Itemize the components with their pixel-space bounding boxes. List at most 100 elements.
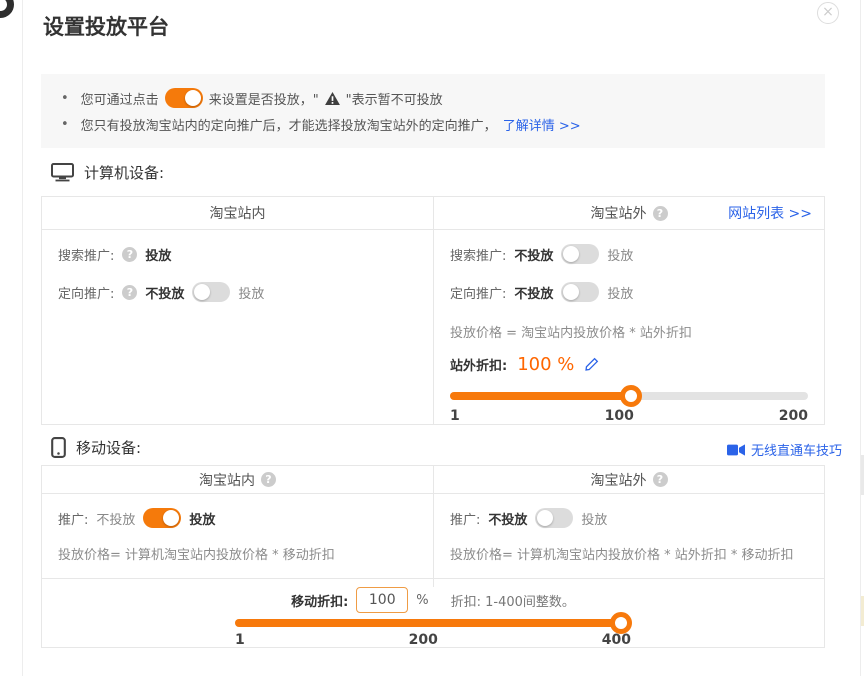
warning-icon (325, 92, 340, 105)
target-on-label: 投放 (238, 283, 264, 302)
offsite-discount-row: 站外折扣: 100 % (450, 352, 808, 376)
computer-onsite-search-row: 搜索推广: 投放 (58, 244, 417, 264)
promo-off-label: 不投放 (96, 509, 135, 528)
site-list-link[interactable]: 网站列表 >> (728, 203, 812, 223)
mobile-onsite-header: 淘宝站内 (42, 466, 433, 493)
offsite-price-formula: 投放价格 = 淘宝站内投放价格 * 站外折扣 (450, 322, 808, 340)
tick-mid: 100 (605, 408, 634, 424)
notice-line-2: 您只有投放淘宝站内的定向推广后，才能选择投放淘宝站外的定向推广， 了解详情 >> (61, 111, 805, 137)
computer-offsite-search-toggle[interactable] (561, 244, 599, 264)
target-promo-label: 定向推广: (450, 283, 506, 302)
search-promo-label: 搜索推广: (58, 245, 114, 264)
computer-offsite-target-row: 定向推广: 不投放 投放 (450, 282, 808, 302)
mobile-onsite-promo-toggle[interactable] (143, 508, 181, 528)
computer-offsite-search-row: 搜索推广: 不投放 投放 (450, 244, 808, 264)
mobile-offsite-price-formula: 投放价格= 计算机淘宝站内投放价格 * 站外折扣 * 移动折扣 (450, 544, 808, 562)
mobile-discount-label: 移动折扣: (291, 591, 348, 610)
mobile-discount-row: 移动折扣: % 折扣: 1-400间整数。 (42, 586, 824, 614)
computer-offsite-cell: 搜索推广: 不投放 投放 定向推广: 不投放 投放 投放价格 = 淘宝站内投放价… (433, 230, 824, 425)
page-title: 设置投放平台 (43, 11, 169, 41)
computer-offsite-header-label: 淘宝站外 (591, 203, 647, 223)
slider-handle[interactable] (620, 385, 642, 407)
computer-platform-table: 淘宝站内 淘宝站外 网站列表 >> 搜索推广: 投放 定向推广: (41, 196, 825, 425)
toggle-knob (563, 246, 579, 262)
close-icon[interactable]: × (817, 2, 839, 24)
toggle-knob (537, 510, 553, 526)
computer-offsite-header: 淘宝站外 网站列表 >> (433, 197, 824, 229)
notice-line-1: 您可通过点击 来设置是否投放，" "表示暂不可投放 (61, 85, 805, 111)
slider-handle[interactable] (610, 612, 632, 634)
mobile-offsite-promo-toggle[interactable] (535, 508, 573, 528)
mobile-discount-slider: 1 200 400 (235, 619, 631, 648)
tick-mid: 200 (409, 632, 438, 648)
computer-onsite-cell: 搜索推广: 投放 定向推广: 不投放 投放 (42, 230, 433, 425)
wireless-tips-link-row: 无线直通车技巧 (727, 440, 842, 459)
computer-onsite-target-row: 定向推广: 不投放 投放 (58, 282, 417, 302)
slider-track[interactable] (235, 619, 631, 627)
target-on-label: 投放 (607, 283, 633, 302)
mobile-discount-hint: 折扣: 1-400间整数。 (451, 591, 575, 610)
slider-track[interactable] (450, 392, 808, 400)
phone-icon (51, 437, 66, 458)
slider-fill (235, 619, 631, 627)
mobile-discount-block: 移动折扣: % 折扣: 1-400间整数。 1 200 400 (42, 578, 824, 648)
mobile-platform-table: 淘宝站内 淘宝站外 推广: 不投放 投放 投放价格= 计算机淘宝站内投放价 (41, 465, 825, 648)
search-promo-state: 投放 (145, 245, 171, 264)
notice-text: 您可通过点击 (81, 89, 159, 108)
percent-sign: % (416, 593, 428, 608)
search-off-label: 不投放 (514, 245, 553, 264)
help-icon[interactable] (653, 472, 668, 487)
slider-ticks: 1 200 400 (235, 632, 631, 648)
promo-label: 推广: (450, 509, 480, 528)
set-platform-dialog: 设置投放平台 × 您可通过点击 来设置是否投放，" "表示暂不可投放 您只有投放… (22, 0, 861, 676)
computer-onsite-target-toggle[interactable] (192, 282, 230, 302)
tick-max: 400 (602, 632, 631, 648)
tick-max: 200 (779, 408, 808, 424)
mobile-section-header: 移动设备: (51, 437, 141, 458)
search-on-label: 投放 (607, 245, 633, 264)
notice-text: 您只有投放淘宝站内的定向推广后，才能选择投放淘宝站外的定向推广， (81, 115, 497, 134)
wireless-tips-link[interactable]: 无线直通车技巧 (751, 440, 842, 459)
video-camera-icon (727, 444, 745, 456)
target-promo-label: 定向推广: (58, 283, 114, 302)
computer-table-header: 淘宝站内 淘宝站外 网站列表 >> (42, 197, 824, 230)
notice-text: "表示暂不可投放 (346, 89, 443, 108)
toggle-knob (185, 90, 201, 106)
mobile-section-title: 移动设备: (76, 437, 141, 458)
mobile-discount-input[interactable] (356, 587, 408, 613)
mobile-table-body: 推广: 不投放 投放 投放价格= 计算机淘宝站内投放价格 * 移动折扣 推广: … (42, 494, 824, 578)
edit-pencil-icon[interactable] (584, 357, 599, 372)
mobile-offsite-header: 淘宝站外 (433, 466, 824, 493)
offsite-discount-value: 100 % (517, 354, 574, 375)
toggle-knob (194, 284, 210, 300)
slider-ticks: 1 100 200 (450, 408, 808, 424)
toggle-knob (163, 510, 179, 526)
promo-label: 推广: (58, 509, 88, 528)
promo-on-label: 投放 (581, 509, 607, 528)
computer-onsite-header: 淘宝站内 (42, 197, 433, 229)
mobile-offsite-cell: 推广: 不投放 投放 投放价格= 计算机淘宝站内投放价格 * 站外折扣 * 移动… (433, 494, 824, 587)
mobile-onsite-header-label: 淘宝站内 (199, 470, 255, 490)
target-off-label: 不投放 (514, 283, 553, 302)
mobile-onsite-promo-row: 推广: 不投放 投放 (58, 507, 417, 529)
mobile-offsite-promo-row: 推广: 不投放 投放 (450, 507, 808, 529)
mobile-onsite-cell: 推广: 不投放 投放 投放价格= 计算机淘宝站内投放价格 * 移动折扣 (42, 494, 433, 587)
mobile-table-header: 淘宝站内 淘宝站外 (42, 466, 824, 494)
target-off-label: 不投放 (145, 283, 184, 302)
offsite-discount-label: 站外折扣: (450, 355, 507, 374)
computer-onsite-header-label: 淘宝站内 (210, 203, 266, 223)
toggle-example-on[interactable] (165, 88, 203, 108)
help-icon[interactable] (653, 206, 668, 221)
toggle-knob (563, 284, 579, 300)
learn-more-link[interactable]: 了解详情 >> (503, 115, 581, 134)
tick-min: 1 (235, 632, 245, 648)
help-icon[interactable] (261, 472, 276, 487)
help-icon[interactable] (122, 247, 137, 262)
tick-min: 1 (450, 408, 460, 424)
slider-fill (450, 392, 631, 400)
promo-on-label: 投放 (189, 509, 215, 528)
computer-offsite-target-toggle[interactable] (561, 282, 599, 302)
help-icon[interactable] (122, 285, 137, 300)
computer-icon (51, 163, 74, 182)
offsite-discount-slider: 1 100 200 (450, 392, 808, 424)
